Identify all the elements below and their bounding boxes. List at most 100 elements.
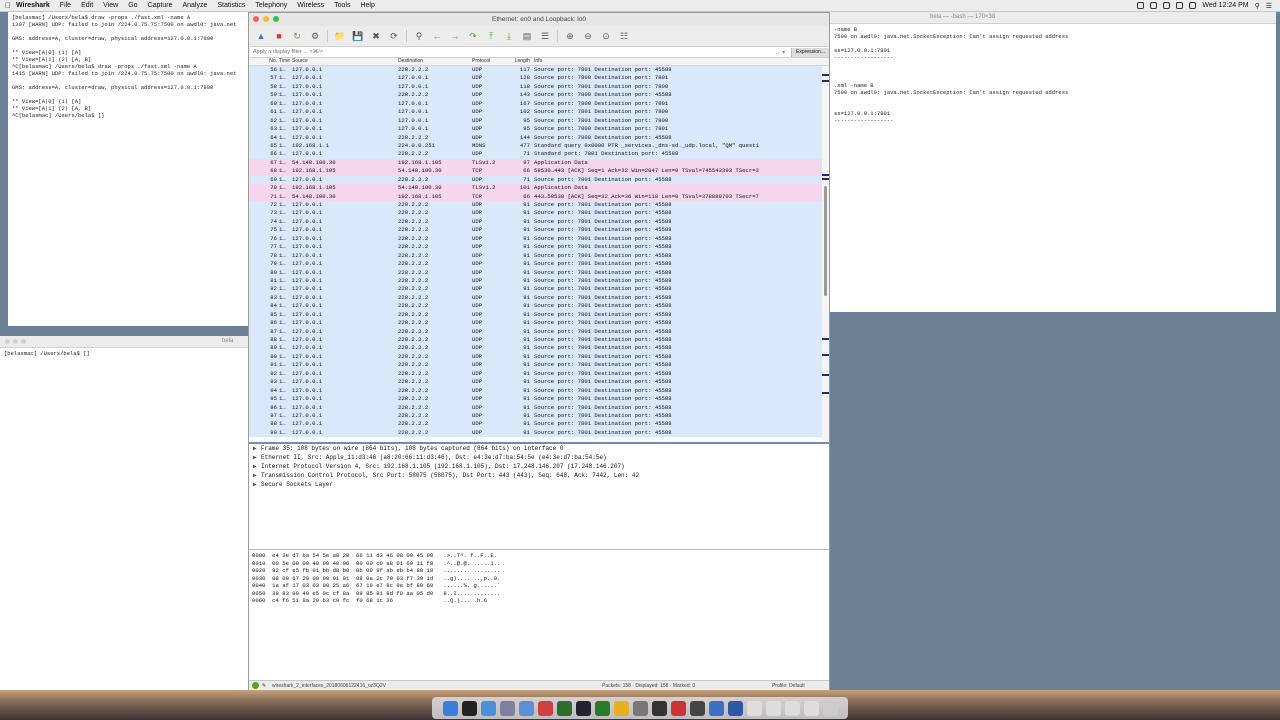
packet-list[interactable]: No. Time Source Destination Protocol Len… (249, 58, 829, 442)
system-preferences-icon[interactable] (632, 700, 648, 716)
status-icon[interactable] (1150, 2, 1158, 9)
wifi-icon[interactable] (1176, 2, 1184, 9)
table-row[interactable]: 66 1… 127.0.0.1 228.2.2.2 UDP 71 Standard port… (249, 150, 829, 159)
filter-apply-icon[interactable]: → ▾ (774, 49, 785, 56)
display-filter-input[interactable] (249, 47, 775, 57)
app-icon[interactable] (575, 700, 591, 716)
table-row[interactable]: 57 1… 127.0.0.1 127.0.0.1 UDP 128 Source port:… (249, 74, 829, 83)
column-header-no[interactable]: No. (249, 58, 279, 65)
scrollbar-thumb[interactable] (824, 186, 827, 296)
zoom-out-icon[interactable]: ⊖ (580, 29, 596, 43)
table-row[interactable]: 94 1… 127.0.0.1 228.2.2.2 UDP 91 Source port: … (249, 386, 829, 396)
table-row[interactable]: 81 1… 127.0.0.1 228.2.2.2 UDP 91 Source port: … (249, 276, 829, 286)
table-row[interactable]: 64 1… 127.0.0.1 228.2.2.2 UDP 144 Source port:… (249, 133, 829, 142)
table-row[interactable]: 99 1… 127.0.0.1 228.2.2.2 UDP 91 Source port: … (249, 428, 829, 438)
table-row[interactable]: 76 1… 127.0.0.1 228.2.2.2 UDP 91 Source port: … (249, 234, 829, 244)
finder-icon[interactable] (442, 700, 458, 716)
menu-wireless[interactable]: Wireless (297, 2, 324, 9)
normal-size-icon[interactable]: ⊙ (598, 29, 614, 43)
table-row[interactable]: 96 1… 127.0.0.1 228.2.2.2 UDP 91 Source port: … (249, 403, 829, 412)
status-icon[interactable] (1137, 2, 1145, 9)
expand-arrow-icon[interactable]: ▶ (253, 462, 261, 471)
menu-analyze[interactable]: Analyze (182, 2, 207, 9)
menu-edit[interactable]: Edit (81, 2, 93, 9)
autoscroll-icon[interactable]: ▤ (519, 29, 535, 43)
wireshark-icon[interactable] (727, 700, 743, 716)
minimize-button[interactable] (13, 339, 18, 344)
mail-icon[interactable] (480, 700, 496, 716)
close-file-icon[interactable]: ✖ (368, 29, 384, 43)
detail-tree-item[interactable]: ▶ Transmission Control Protocol, Src Port… (253, 471, 829, 480)
table-row[interactable]: 85 1… 127.0.0.1 228.2.2.2 UDP 91 Source port: … (249, 310, 829, 320)
document-icon[interactable] (784, 700, 800, 716)
trash-icon[interactable] (822, 700, 838, 716)
detail-tree-item[interactable]: ▶ Internet Protocol Version 4, Src: 192.1… (253, 462, 829, 471)
expert-info-icon[interactable] (252, 682, 259, 689)
detail-tree-item[interactable]: ▶ Secure Sockets Layer (253, 480, 829, 489)
zoom-button[interactable] (273, 16, 279, 22)
battery-icon[interactable] (1189, 2, 1197, 9)
table-row[interactable]: 83 1… 127.0.0.1 228.2.2.2 UDP 91 Source port: … (249, 293, 829, 303)
apple-icon[interactable]:  (0, 1, 16, 10)
capture-options-icon[interactable]: ⚙ (307, 29, 323, 43)
menu-go[interactable]: Go (128, 2, 137, 9)
expression-button[interactable]: Expression... (791, 47, 829, 57)
table-row[interactable]: 79 1… 127.0.0.1 228.2.2.2 UDP 91 Source port: … (249, 260, 829, 269)
app-icon[interactable] (518, 700, 534, 716)
go-forward-icon[interactable]: → (447, 29, 463, 43)
search-icon[interactable]: ⚲ (1255, 2, 1260, 10)
menu-clock[interactable]: Wed 12:24 PM (1202, 2, 1248, 9)
app-icon[interactable] (708, 700, 724, 716)
packet-details[interactable]: ▶ Frame 35: 108 bytes on wire (864 bits),… (249, 442, 829, 550)
packet-list-scrollbar[interactable] (822, 66, 829, 440)
column-header-length[interactable]: Length (510, 58, 534, 65)
app-icon[interactable] (499, 700, 515, 716)
column-header-info[interactable]: Info (534, 58, 829, 65)
terminal-icon[interactable] (461, 700, 477, 716)
table-row[interactable]: 91 1… 127.0.0.1 228.2.2.2 UDP 91 Source port: … (249, 361, 829, 370)
minimize-button[interactable] (263, 16, 269, 22)
menu-telephony[interactable]: Telephony (255, 2, 287, 9)
menu-statistics[interactable]: Statistics (217, 2, 245, 9)
start-capture-icon[interactable]: ▲ (253, 29, 269, 43)
table-row[interactable]: 59 1… 127.0.0.1 228.2.2.2 UDP 143 Source port:… (249, 91, 829, 100)
table-row[interactable]: 68 1… 192.168.1.105 54.148.100.30 TCP 66 58530… (249, 167, 829, 176)
menu-help[interactable]: Help (360, 2, 374, 9)
table-row[interactable]: 90 1… 127.0.0.1 228.2.2.2 UDP 91 Source port: … (249, 352, 829, 362)
go-last-icon[interactable]: ⤓ (501, 29, 517, 43)
table-row[interactable]: 69 1… 127.0.0.1 228.2.2.2 UDP 71 Source port: … (249, 175, 829, 185)
expand-arrow-icon[interactable]: ▶ (253, 480, 261, 489)
app-icon[interactable] (689, 700, 705, 716)
table-row[interactable]: 70 1… 192.168.1.105 54.148.100.30 TLSv1.2 101… (249, 184, 829, 193)
menu-capture[interactable]: Capture (148, 2, 173, 9)
app-icon[interactable] (651, 700, 667, 716)
zoom-in-icon[interactable]: ⊕ (562, 29, 578, 43)
table-row[interactable]: 86 1… 127.0.0.1 228.2.2.2 UDP 91 Source port: … (249, 319, 829, 328)
table-row[interactable]: 56 1… 127.0.0.1 228.2.2.2 UDP 117 Source port:… (249, 66, 829, 75)
expand-arrow-icon[interactable]: ▶ (253, 444, 261, 453)
table-row[interactable]: 60 1… 127.0.0.1 127.0.0.1 UDP 167 Source port:… (249, 99, 829, 109)
table-row[interactable]: 74 1… 127.0.0.1 228.2.2.2 UDP 91 Source port: … (249, 217, 829, 227)
table-row[interactable]: 78 1… 127.0.0.1 228.2.2.2 UDP 91 Source port: … (249, 251, 829, 261)
table-row[interactable]: 98 1… 127.0.0.1 228.2.2.2 UDP 91 Source port: … (249, 420, 829, 429)
table-row[interactable]: 93 1… 127.0.0.1 228.2.2.2 UDP 91 Source port: … (249, 378, 829, 387)
table-row[interactable]: 65 1… 192.168.1.1 224.0.0.251 MDNS 477 Standar… (249, 141, 829, 151)
document-icon[interactable] (746, 700, 762, 716)
terminal-window-c[interactable]: bela — -bash — 170×38 -name B 7500 on awd… (830, 12, 1276, 312)
table-row[interactable]: 80 1… 127.0.0.1 228.2.2.2 UDP 91 Source port: … (249, 268, 829, 277)
menu-app-name[interactable]: Wireshark (16, 2, 50, 9)
app-icon[interactable] (670, 700, 686, 716)
expand-arrow-icon[interactable]: ▶ (253, 471, 261, 480)
table-row[interactable]: 71 1… 54.148.100.30 192.168.1.105 TCP 66 443→5… (249, 192, 829, 201)
go-to-packet-icon[interactable]: ↷ (465, 29, 481, 43)
packet-bytes[interactable]: 0000 e4 3e d7 ba 54 5e a8 20 66 11 d3 46… (249, 549, 829, 681)
terminal-window-b[interactable]: bela [belasmac] /Users/bela$ [] (0, 336, 248, 690)
go-first-icon[interactable]: ⤒ (483, 29, 499, 43)
document-icon[interactable] (765, 700, 781, 716)
table-row[interactable]: 73 1… 127.0.0.1 228.2.2.2 UDP 91 Source port: … (249, 209, 829, 218)
restart-capture-icon[interactable]: ↻ (289, 29, 305, 43)
expand-arrow-icon[interactable]: ▶ (253, 453, 261, 462)
column-header-protocol[interactable]: Protocol (472, 58, 510, 65)
column-header-time[interactable]: Time (279, 58, 290, 65)
column-header-destination[interactable]: Destination (398, 58, 472, 65)
